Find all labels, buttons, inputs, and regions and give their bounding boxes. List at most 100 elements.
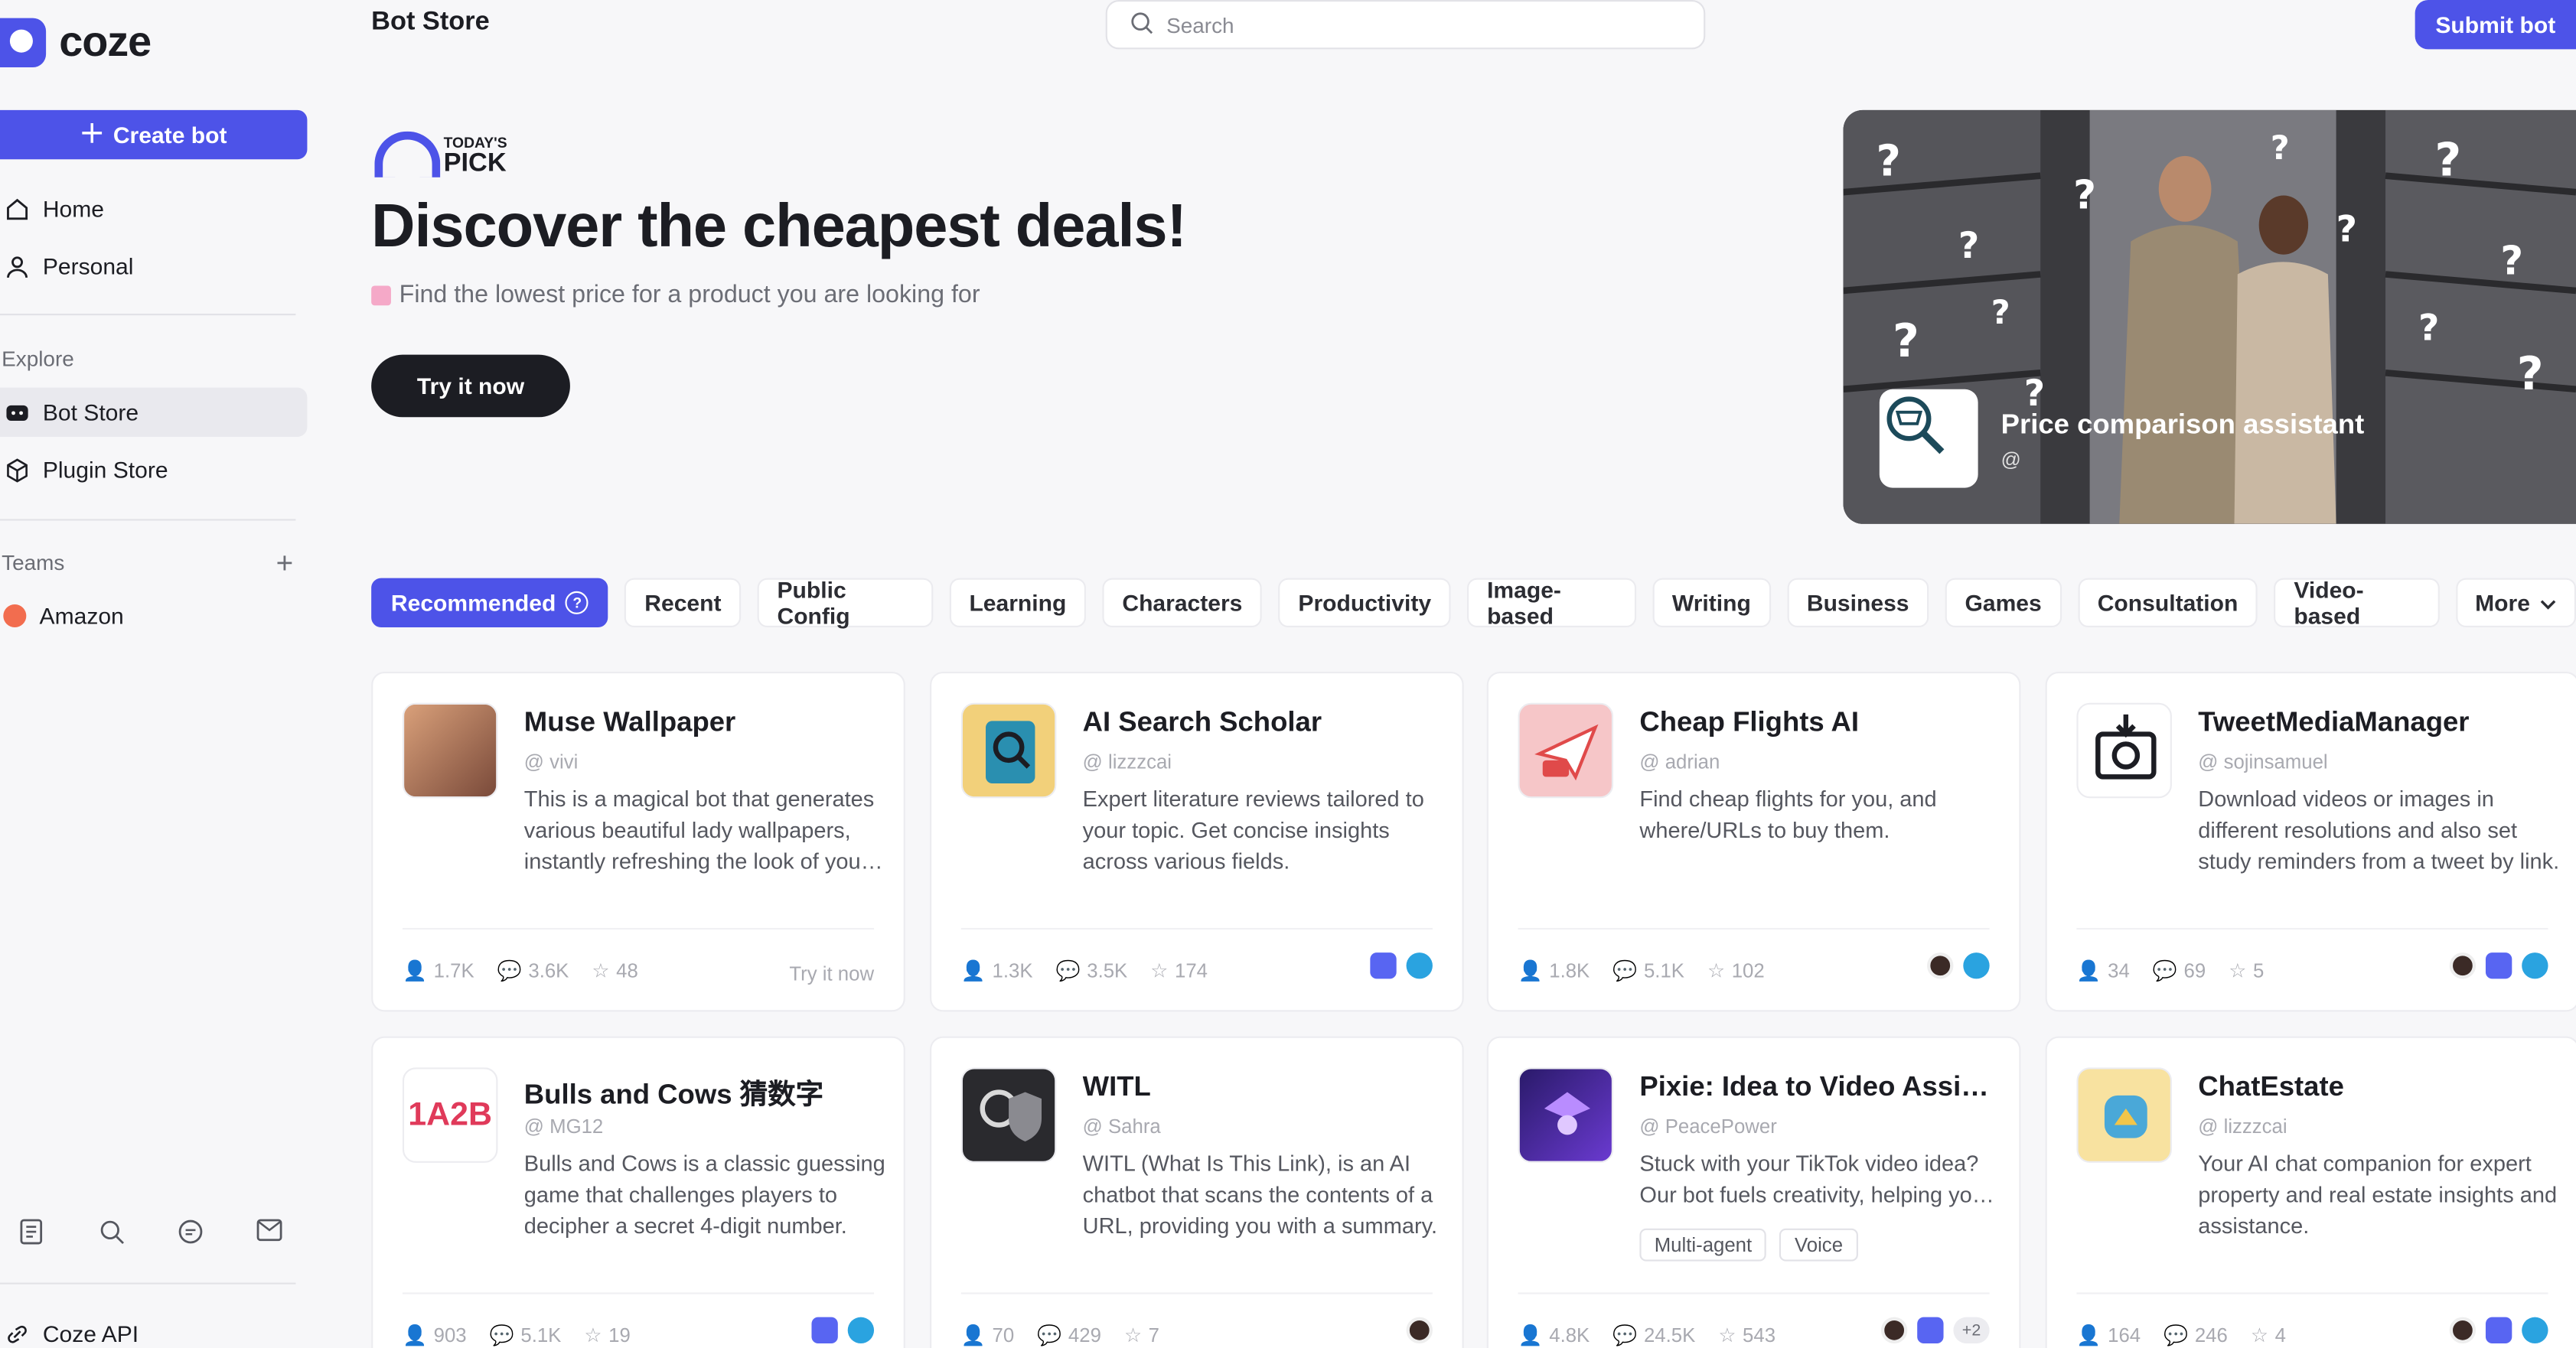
bot-card-chatestate[interactable]: ChatEstate @ lizzzcai Your AI chat compa… (2045, 1036, 2576, 1348)
users-count: 34 (2108, 959, 2130, 982)
bot-author: @ sojinsamuel (2198, 751, 2328, 774)
users-count: 164 (2108, 1324, 2141, 1347)
bot-avatar (2076, 702, 2172, 799)
bot-description: WITL (What Is This Link), is an AI chatb… (1082, 1151, 1438, 1239)
bot-channels: +2 (1880, 1317, 1990, 1344)
more-channels-badge: +2 (1953, 1317, 1990, 1344)
explore-section-title: Explore (2, 346, 74, 372)
mail-icon[interactable] (256, 1219, 282, 1245)
chevron-down-icon (2540, 590, 2556, 616)
add-team-icon[interactable]: + (276, 547, 294, 581)
bot-stats: 👤 4.8K 💬 24.5K ☆ 543 (1518, 1324, 1775, 1346)
stars-count: 543 (1743, 1324, 1776, 1347)
chats-stat: 💬 429 (1037, 1324, 1101, 1346)
users-count: 4.8K (1549, 1324, 1590, 1347)
card-divider (960, 927, 1433, 930)
discord-icon (811, 1317, 838, 1344)
tab-public-config[interactable]: Public Config (757, 576, 934, 629)
bot-card-tweetmediamanager[interactable]: TweetMediaManager @ sojinsamuel Download… (2045, 672, 2576, 1012)
sidebar-item-team-amazon[interactable]: Amazon (0, 591, 307, 640)
todays-pick-logo (374, 131, 441, 177)
bot-author: @ lizzzcai (1082, 751, 1172, 774)
bot-author: @ vivi (523, 751, 579, 774)
bot-avatar (960, 1067, 1057, 1163)
help-icon[interactable]: ? (566, 591, 589, 614)
chat-icon[interactable] (178, 1219, 204, 1245)
category-tabs: Recommended ? Recent Public Config Learn… (371, 576, 2576, 629)
svg-text:?: ? (1877, 137, 1901, 187)
featured-bot-banner[interactable]: ??? ??? ??? ??? Price comparison assista… (1843, 109, 2576, 524)
tab-recommended[interactable]: Recommended ? (371, 578, 609, 628)
bot-card-muse-wallpaper[interactable]: Muse Wallpaper @ vivi This is a magical … (371, 672, 905, 1012)
bot-author-name: adrian (1665, 751, 1720, 774)
chats-count: 3.6K (528, 959, 569, 982)
tab-business[interactable]: Business (1787, 578, 1929, 628)
sidebar-item-bot-store[interactable]: Bot Store (0, 387, 308, 438)
users-stat: 👤 1.7K (403, 959, 474, 982)
try-it-now-link[interactable]: Try it now (789, 962, 874, 985)
users-icon: 👤 (1518, 1324, 1543, 1347)
bot-card-ai-search-scholar[interactable]: AI Search Scholar @ lizzzcai Expert lite… (930, 672, 1464, 1012)
users-icon: 👤 (402, 1324, 428, 1347)
bot-description: Expert literature reviews tailored to yo… (1082, 786, 1424, 874)
bot-card-bulls-and-cows[interactable]: 1A2B Bulls and Cows 猜数字 @ MG12 Bulls and… (371, 1036, 905, 1348)
chats-count: 69 (2183, 959, 2206, 982)
users-icon: 👤 (2076, 959, 2102, 982)
bot-channels (2449, 952, 2548, 979)
tab-image-based[interactable]: Image-based (1467, 576, 1636, 629)
telegram-icon (847, 1317, 875, 1344)
tab-productivity[interactable]: Productivity (1278, 578, 1451, 628)
tab-video-based[interactable]: Video-based (2274, 576, 2439, 629)
tab-consultation[interactable]: Consultation (2077, 578, 2258, 628)
sidebar-item-plugin-store[interactable]: Plugin Store (0, 445, 307, 494)
bot-card-pixie[interactable]: Pixie: Idea to Video Assistant @ PeacePo… (1486, 1036, 2021, 1348)
hero-try-button[interactable]: Try it now (371, 354, 570, 418)
bot-avatar (1518, 1067, 1614, 1163)
chats-stat: 💬 3.5K (1056, 959, 1128, 982)
featured-bot-name: Price comparison assistant (2000, 409, 2365, 441)
document-icon[interactable] (20, 1219, 46, 1245)
tab-characters[interactable]: Characters (1102, 578, 1263, 628)
tab-more[interactable]: More (2455, 578, 2576, 628)
bot-description: Download videos or images in different r… (2198, 786, 2560, 874)
sidebar-item-personal[interactable]: Personal (0, 242, 307, 291)
todays-pick-text: TODAY'S PICK (444, 135, 507, 177)
card-divider (2076, 927, 2548, 930)
bot-card-cheap-flights-ai[interactable]: Cheap Flights AI @ adrian Find cheap fli… (1486, 672, 2021, 1012)
svg-text:?: ? (2336, 209, 2357, 251)
featured-bot-author: @ (2000, 448, 2021, 472)
create-bot-button[interactable]: Create bot (0, 109, 308, 160)
discord-icon (2485, 1317, 2512, 1344)
bot-card-witl[interactable]: WITL @ Sahra WITL (What Is This Link), i… (930, 1036, 1464, 1348)
tab-games[interactable]: Games (1945, 578, 2062, 628)
sidebar-divider (0, 519, 296, 521)
stars-count: 48 (616, 959, 638, 982)
submit-bot-button[interactable]: Submit bot (2415, 0, 2576, 50)
bot-name: Bulls and Cows 猜数字 (523, 1079, 824, 1111)
coze-logo[interactable]: coze (0, 16, 152, 67)
users-stat: 👤 34 (2076, 959, 2129, 982)
bot-channels (1370, 952, 1433, 979)
sidebar-item-coze-api[interactable]: Coze API (0, 1309, 307, 1348)
teams-section-title: Teams (2, 550, 65, 575)
stars-count: 4 (2274, 1324, 2286, 1347)
bot-author: @ Sahra (1082, 1115, 1161, 1138)
user-icon (3, 253, 29, 279)
hero-title: Discover the cheapest deals! (371, 192, 1187, 260)
search-user-icon[interactable] (99, 1219, 125, 1245)
sidebar-item-home[interactable]: Home (0, 184, 307, 233)
sidebar-item-label: Plugin Store (42, 456, 168, 484)
users-icon: 👤 (2076, 1324, 2102, 1347)
tab-writing[interactable]: Writing (1652, 578, 1771, 628)
users-count: 70 (992, 1324, 1015, 1347)
search-input[interactable]: Search (1105, 0, 1706, 50)
card-divider (402, 927, 875, 930)
users-count: 1.7K (433, 959, 474, 982)
tag-multi-agent: Multi-agent (1639, 1228, 1767, 1262)
bot-name: WITL (1082, 1070, 1151, 1102)
tab-learning[interactable]: Learning (949, 578, 1087, 628)
users-icon: 👤 (960, 959, 986, 982)
stars-count: 174 (1174, 959, 1208, 982)
users-stat: 👤 1.8K (1518, 959, 1590, 982)
tab-recent[interactable]: Recent (624, 578, 742, 628)
